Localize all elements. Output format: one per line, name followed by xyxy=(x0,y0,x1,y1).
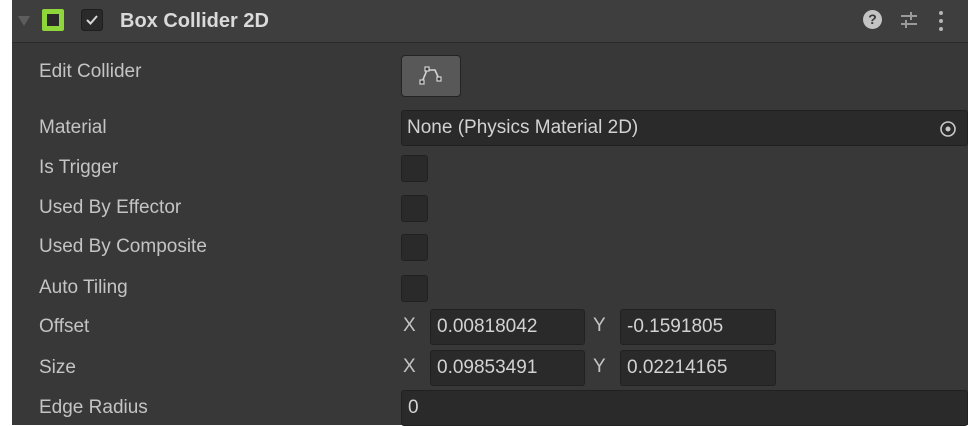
box-collider-2d-icon xyxy=(42,9,64,31)
used-by-effector-label: Used By Effector xyxy=(39,197,182,218)
help-icon[interactable]: ? xyxy=(863,10,882,29)
offset-x-field[interactable]: 0.00818042 xyxy=(430,309,585,345)
edit-collider-icon xyxy=(419,66,442,85)
material-label: Material xyxy=(39,117,107,138)
is-trigger-row: Is Trigger xyxy=(12,150,968,186)
foldout-triangle-icon[interactable] xyxy=(18,16,30,26)
offset-y-field[interactable]: -0.1591805 xyxy=(620,309,776,345)
edit-collider-row: Edit Collider xyxy=(12,54,968,90)
auto-tiling-checkbox[interactable] xyxy=(401,275,428,302)
size-y-value: 0.02214165 xyxy=(627,357,728,378)
size-row: Size X 0.09853491 Y 0.02214165 xyxy=(12,350,968,386)
offset-y-label[interactable]: Y xyxy=(593,315,606,337)
used-by-composite-label: Used By Composite xyxy=(39,236,207,257)
size-y-field[interactable]: 0.02214165 xyxy=(620,350,776,386)
used-by-effector-row: Used By Effector xyxy=(12,190,968,226)
edit-collider-label: Edit Collider xyxy=(39,61,142,82)
auto-tiling-row: Auto Tiling xyxy=(12,270,968,306)
size-x-label[interactable]: X xyxy=(403,356,416,378)
used-by-effector-checkbox[interactable] xyxy=(401,195,428,222)
component-title: Box Collider 2D xyxy=(120,10,269,32)
size-x-field[interactable]: 0.09853491 xyxy=(430,350,585,386)
material-row: Material None (Physics Material 2D) xyxy=(12,110,968,146)
used-by-composite-checkbox[interactable] xyxy=(401,234,428,261)
is-trigger-checkbox[interactable] xyxy=(401,155,428,182)
edge-radius-field[interactable]: 0 xyxy=(401,390,968,426)
offset-x-label[interactable]: X xyxy=(403,315,416,337)
kebab-menu-icon[interactable] xyxy=(937,10,945,37)
is-trigger-label: Is Trigger xyxy=(39,157,119,178)
material-object-field[interactable]: None (Physics Material 2D) xyxy=(401,110,968,146)
offset-y-value: -0.1591805 xyxy=(627,316,724,337)
offset-row: Offset X 0.00818042 Y -0.1591805 xyxy=(12,309,968,345)
size-x-value: 0.09853491 xyxy=(437,357,538,378)
object-picker-icon[interactable] xyxy=(939,120,957,143)
offset-label: Offset xyxy=(39,316,90,337)
size-label: Size xyxy=(39,357,76,378)
component-enabled-checkbox[interactable] xyxy=(81,9,103,31)
edge-radius-label: Edge Radius xyxy=(39,397,148,418)
offset-x-value: 0.00818042 xyxy=(437,316,538,337)
edit-collider-button[interactable] xyxy=(401,55,461,97)
used-by-composite-row: Used By Composite xyxy=(12,229,968,265)
size-y-label[interactable]: Y xyxy=(593,356,606,378)
edge-radius-row: Edge Radius 0 xyxy=(12,390,968,426)
component-header[interactable]: Box Collider 2D ? xyxy=(12,0,968,43)
edge-radius-value: 0 xyxy=(408,397,419,418)
presets-sliders-icon[interactable] xyxy=(899,10,919,35)
checkmark-icon xyxy=(86,15,98,25)
inspector-component-panel: Box Collider 2D ? Edit Collider Material… xyxy=(12,0,968,426)
auto-tiling-label: Auto Tiling xyxy=(39,277,128,298)
material-value: None (Physics Material 2D) xyxy=(407,117,639,138)
